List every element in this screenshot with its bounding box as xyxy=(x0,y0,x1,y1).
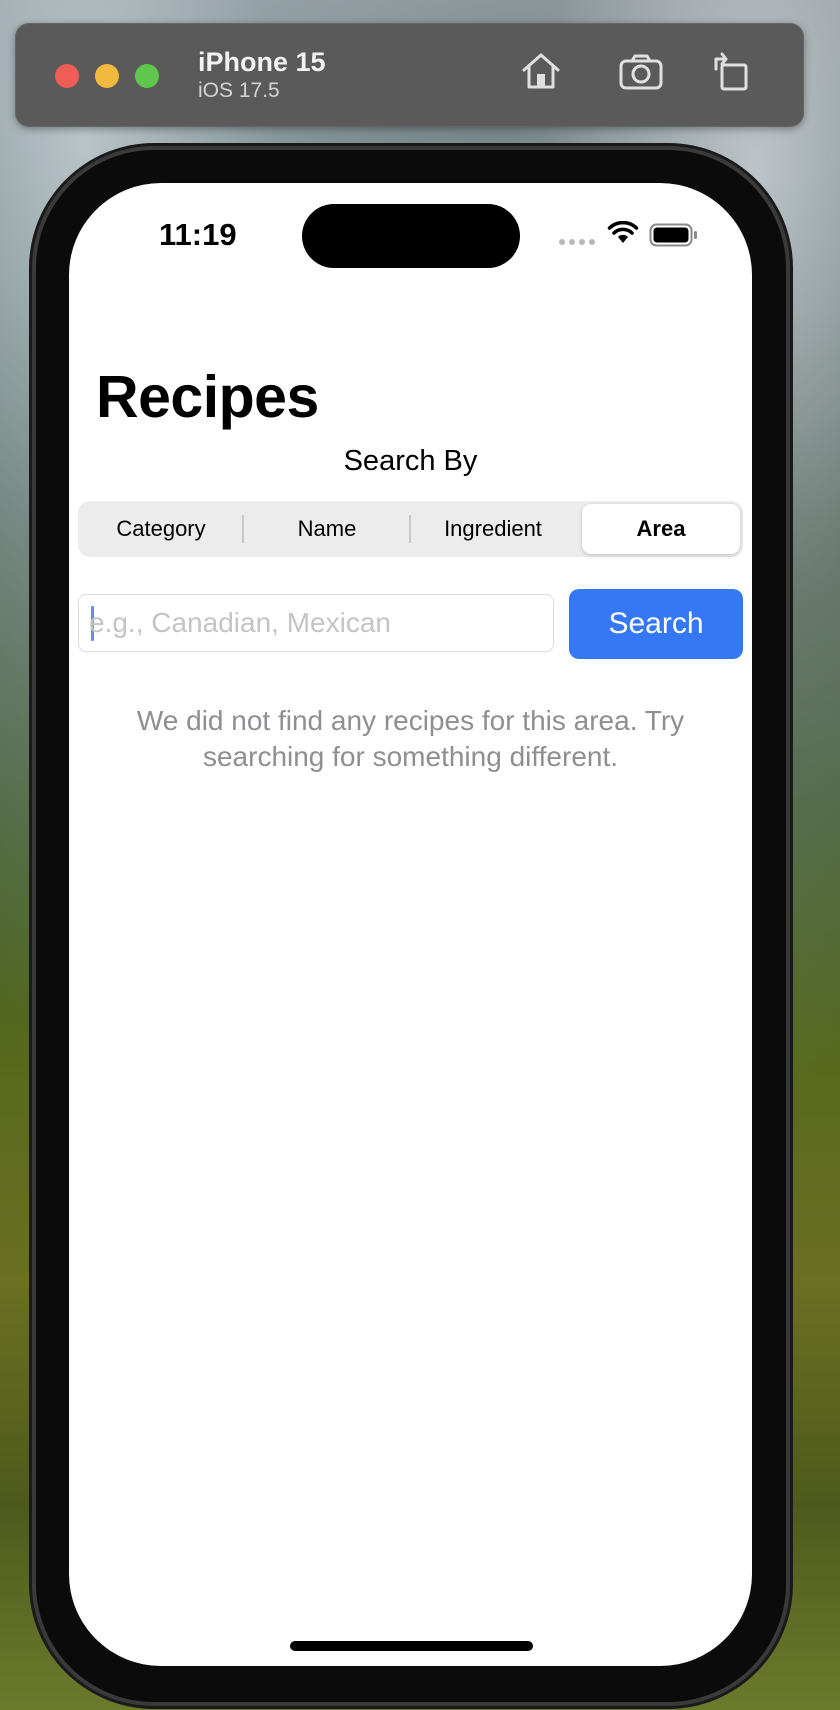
screenshot-icon[interactable] xyxy=(618,53,664,91)
close-window-button[interactable] xyxy=(55,64,79,88)
battery-icon xyxy=(649,223,699,252)
wifi-icon xyxy=(607,220,639,250)
segment-area[interactable]: Area xyxy=(582,504,740,554)
search-type-segmented-control: Category Name Ingredient Area xyxy=(78,501,743,557)
empty-state-message: We did not find any recipes for this are… xyxy=(136,705,685,772)
search-input[interactable] xyxy=(89,595,539,651)
segment-ingredient[interactable]: Ingredient xyxy=(410,501,576,557)
zoom-window-button[interactable] xyxy=(135,64,159,88)
simulator-toolbar: iPhone 15 iOS 17.5 xyxy=(15,23,804,127)
search-button[interactable]: Search xyxy=(569,589,743,659)
minimize-window-button[interactable] xyxy=(95,64,119,88)
segment-category[interactable]: Category xyxy=(78,501,244,557)
cellular-icon xyxy=(558,233,596,251)
rotate-icon[interactable] xyxy=(712,51,750,93)
search-field[interactable] xyxy=(78,594,554,652)
segment-name[interactable]: Name xyxy=(244,501,410,557)
home-indicator[interactable] xyxy=(290,1641,533,1651)
os-version: iOS 17.5 xyxy=(198,79,280,102)
status-time: 11:19 xyxy=(159,217,237,252)
home-icon[interactable] xyxy=(520,50,562,92)
search-by-label: Search By xyxy=(343,445,478,477)
app-screen: 11:19 Recipes Search By Category Name In… xyxy=(69,183,752,1666)
dynamic-island xyxy=(302,204,520,268)
device-name: iPhone 15 xyxy=(198,47,326,77)
page-title: Recipes xyxy=(96,364,319,430)
